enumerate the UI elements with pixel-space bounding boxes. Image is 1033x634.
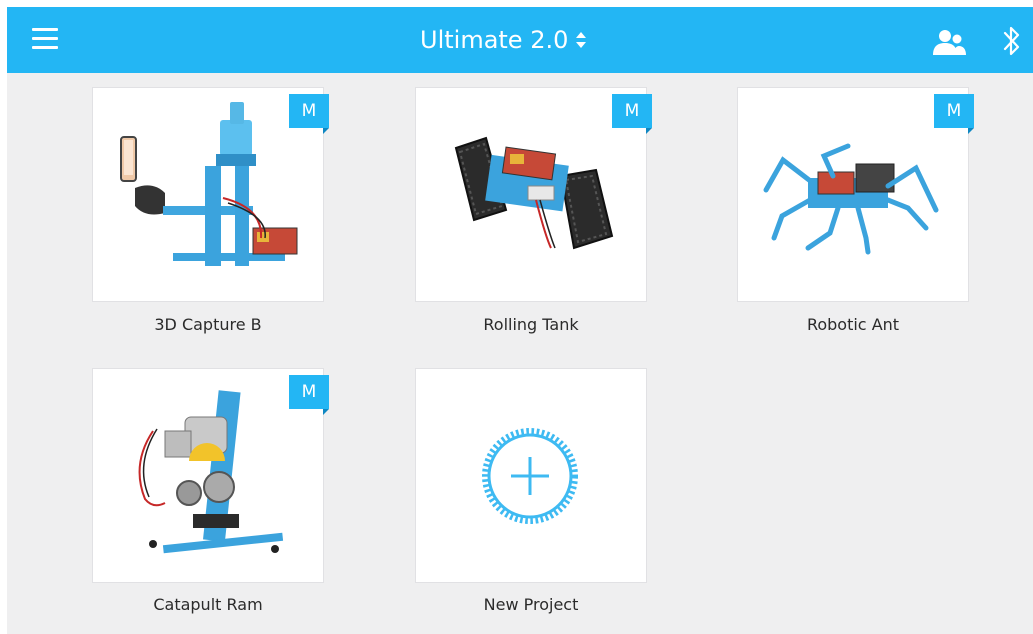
maker-badge: M	[289, 375, 329, 415]
project-label: Rolling Tank	[483, 315, 579, 334]
app-window: Ultimate 2.0 M 3D Capture B M Rolling Ta…	[7, 7, 1033, 634]
maker-badge: M	[612, 94, 652, 134]
project-label: Robotic Ant	[806, 315, 900, 334]
project-card-robotic-ant[interactable]: M	[738, 88, 974, 301]
project-label: New Project	[483, 595, 579, 614]
project-label: 3D Capture B	[154, 315, 262, 334]
menu-button[interactable]	[28, 22, 62, 56]
project-label: Catapult Ram	[153, 595, 263, 614]
project-card-catapult-ram[interactable]: M	[93, 369, 329, 582]
project-card-rolling-tank[interactable]: M	[416, 88, 652, 301]
project-card-3d-capture-b[interactable]: M	[93, 88, 329, 301]
new-project-card[interactable]	[416, 369, 646, 582]
sort-arrows-icon	[576, 32, 587, 48]
maker-badge: M	[934, 94, 974, 134]
robot-selector[interactable]: Ultimate 2.0	[420, 21, 660, 59]
maker-badge: M	[289, 94, 329, 134]
user-group-icon	[933, 30, 966, 55]
bluetooth-icon	[1003, 26, 1020, 56]
user-button[interactable]	[932, 29, 968, 55]
top-bar: Ultimate 2.0	[7, 7, 1033, 73]
page-title: Ultimate 2.0	[420, 26, 569, 54]
bluetooth-button[interactable]	[1002, 24, 1022, 58]
add-gear-icon	[482, 428, 578, 524]
